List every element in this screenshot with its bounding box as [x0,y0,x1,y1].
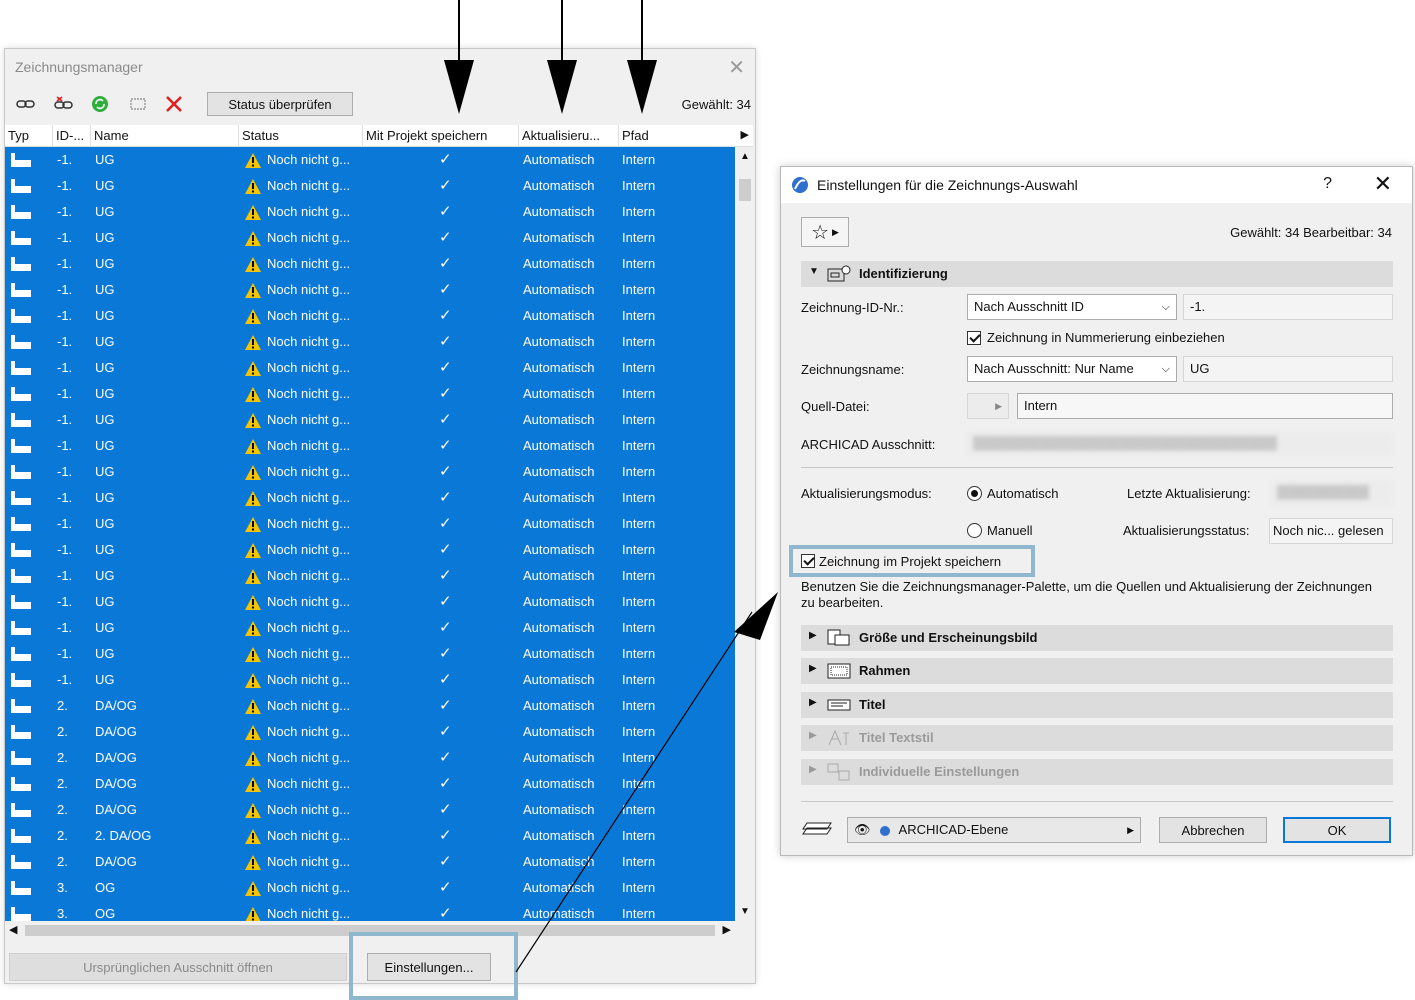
close-icon[interactable]: ✕ [1374,171,1392,197]
triangle-right-icon: ▶ [809,764,817,775]
include-numbering-checkbox[interactable] [967,331,981,345]
source-file-field: Intern [1017,393,1393,419]
drawing-id-label: Zeichnung-ID-Nr.: [801,300,904,315]
section-größe-und-erscheinungsbild[interactable]: ▶ Größe und Erscheinungsbild [801,625,1393,651]
section-label: Rahmen [859,663,911,678]
hint-text: Benutzen Sie die Zeichnungsmanager-Palet… [801,579,1372,610]
include-numbering-label: Zeichnung in Nummerierung einbeziehen [987,330,1225,345]
update-auto-radio[interactable] [967,486,982,501]
dialog-titlebar: Einstellungen für die Zeichnungs-Auswahl… [781,167,1412,203]
dialog-title: Einstellungen für die Zeichnungs-Auswahl [817,177,1078,193]
drawing-id-mode-dropdown[interactable]: Nach Ausschnitt ID ⌵ [967,294,1177,320]
layer-value: ARCHICAD-Ebene [898,822,1009,837]
chevron-down-icon: ⌵ [1161,363,1170,375]
chevron-down-icon: ⌵ [1161,301,1170,313]
title-icon [827,696,851,714]
update-mode-label: Aktualisierungsmodus: [801,486,932,501]
save-in-project-checkbox[interactable] [801,554,815,568]
section-label: Identifizierung [859,266,948,281]
help-icon[interactable]: ? [1323,175,1332,193]
layer-dropdown[interactable]: 👁 ARCHICAD-Ebene ▶ [847,817,1141,843]
archicad-logo-icon [791,176,809,194]
drawing-id-field[interactable]: -1. [1183,294,1393,320]
frame-icon [827,662,851,680]
drawing-name-field[interactable]: UG [1183,356,1393,382]
identification-icon [827,265,851,283]
section-label: Individuelle Einstellungen [859,764,1020,779]
text-style-icon [827,729,851,747]
dropdown-value: Nach Ausschnitt ID [974,299,1084,314]
source-file-browse-button[interactable]: ▶ [967,393,1009,419]
divider [801,467,1393,468]
update-manual-radio[interactable] [967,523,982,538]
layer-icon [801,819,835,841]
archicad-view-label: ARCHICAD Ausschnitt: [801,437,936,452]
cancel-button[interactable]: Abbrechen [1159,817,1267,843]
archicad-layer-icon [879,825,890,836]
triangle-right-icon: ▶ [809,663,817,674]
triangle-right-icon: ▶ [832,226,839,237]
divider [801,801,1393,802]
section-label: Titel Textstil [859,730,934,745]
triangle-right-icon: ▶ [1127,825,1134,835]
drawing-settings-dialog: Einstellungen für die Zeichnungs-Auswahl… [780,166,1413,856]
update-status-field: Noch nic... gelesen [1269,518,1393,544]
update-manual-label: Manuell [987,523,1033,538]
section-label: Größe und Erscheinungsbild [859,630,1038,645]
last-update-field-blurred: ▒▒▒▒▒▒▒▒▒▒ [1271,480,1393,506]
triangle-right-icon: ▶ [809,730,817,741]
dropdown-value: Nach Ausschnitt: Nur Name [974,361,1134,376]
favorites-button[interactable]: ☆ ▶ [801,217,849,247]
save-in-project-label: Zeichnung im Projekt speichern [819,554,1002,569]
section-identification[interactable]: ▼ Identifizierung [801,261,1393,287]
section-titel[interactable]: ▶ Titel [801,692,1393,718]
archicad-view-field-blurred: ▒▒▒▒▒▒▒▒▒▒▒▒▒▒▒▒▒▒▒▒▒▒▒▒▒▒▒▒▒▒▒▒▒ [967,431,1393,457]
section-rahmen[interactable]: ▶ Rahmen [801,658,1393,684]
triangle-right-icon: ▶ [809,697,817,708]
triangle-right-icon: ▶ [809,630,817,641]
source-file-label: Quell-Datei: [801,399,870,414]
drawing-name-label: Zeichnungsname: [801,362,905,377]
update-auto-label: Automatisch [987,486,1059,501]
eye-icon: 👁 [854,822,871,837]
size-icon [827,629,851,647]
star-icon: ☆ [811,221,829,244]
triangle-down-icon: ▼ [809,266,819,277]
ok-button[interactable]: OK [1283,817,1391,843]
section-titel-textstil[interactable]: ▶ Titel Textstil [801,725,1393,751]
last-update-label: Letzte Aktualisierung: [1127,486,1251,501]
update-status-label: Aktualisierungsstatus: [1123,523,1250,538]
section-label: Titel [859,697,886,712]
section-individuelle-einstellungen[interactable]: ▶ Individuelle Einstellungen [801,759,1393,785]
drawing-name-mode-dropdown[interactable]: Nach Ausschnitt: Nur Name ⌵ [967,356,1177,382]
custom-settings-icon [827,763,851,781]
selection-counts: Gewählt: 34 Bearbeitbar: 34 [1230,225,1392,240]
